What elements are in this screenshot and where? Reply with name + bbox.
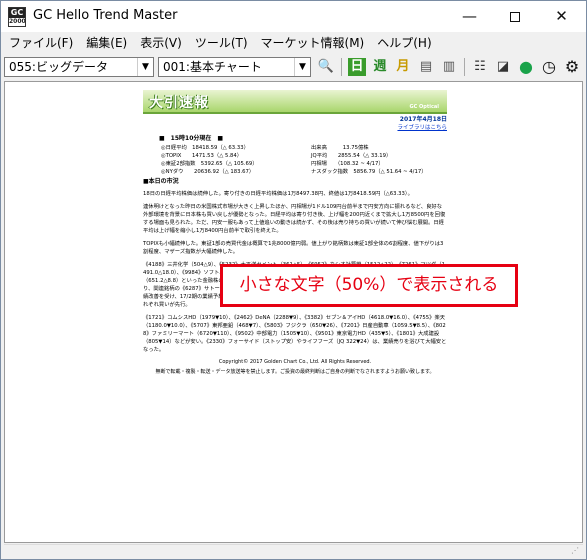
clock-icon[interactable]: ◷ xyxy=(540,58,558,76)
close-icon[interactable]: ✕ xyxy=(539,1,584,31)
grid-icon[interactable]: ☷ xyxy=(471,58,489,76)
quote-volume: 出来高 13.75億株 xyxy=(311,145,369,151)
quote-topix[interactable]: ◎TOPIX 1471.53（△ 5.84） xyxy=(161,152,311,160)
menu-view[interactable]: 表示(V) xyxy=(132,32,187,53)
app-window: GC 2000 GC Hello Trend Master — ✕ ファイル(F… xyxy=(0,0,587,560)
resize-grip-icon[interactable]: ⋰ xyxy=(571,546,581,556)
report-paragraph: 《1721》コムシスHD（1979▼10）、《2462》DeNA（2288▼9）… xyxy=(143,315,447,353)
quote-nasdaq[interactable]: ナスダック指数 5856.79（△ 51.64 ~ 4/17） xyxy=(311,168,427,176)
banner-subtitle: GC Optical xyxy=(409,104,440,110)
quote-row: ◎NYダウ 20636.92（△ 183.67） ナスダック指数 5856.79… xyxy=(161,168,447,176)
report-paragraph: TOPIXも小幅続伸した。東証1部の売買代金は概算で1兆8000億円弱。値上がり… xyxy=(143,241,444,255)
menu-bar: ファイル(F) 編集(E) 表示(V) ツール(T) マーケット情報(M) ヘル… xyxy=(1,32,586,53)
app-icon-year-text: 2000 xyxy=(9,18,26,25)
copyright: Copyright© 2017 Golden Chart Co., Ltd. A… xyxy=(218,359,372,365)
chart-type-select-value: 001:基本チャート xyxy=(163,60,262,74)
toolbar-separator xyxy=(464,58,465,76)
annotation-callout: 小さな文字（50%）で表示される xyxy=(220,264,518,307)
gear-icon[interactable]: ⚙ xyxy=(563,58,581,76)
weekly-chart-icon[interactable]: 週 xyxy=(371,58,389,76)
section-heading: ■本日の市況 xyxy=(143,178,179,185)
market-report: 大引速報 GC Optical 2017年4月18日 ライブラリはこちら ■ 1… xyxy=(143,90,447,376)
group-select[interactable]: 055:ビッグデータ ▼ xyxy=(4,57,154,77)
quote-nikkei[interactable]: ◎日経平均 18418.59（△ 63.33） xyxy=(161,144,311,152)
app-icon: GC 2000 xyxy=(8,7,26,27)
quote-row: ◎TOPIX 1471.53（△ 5.84） JQ平均 2855.54（△ 33… xyxy=(161,152,447,160)
daily-chart-icon[interactable]: 日 xyxy=(348,58,366,76)
table-icon[interactable]: ▥ xyxy=(440,58,458,76)
menu-file[interactable]: ファイル(F) xyxy=(1,32,78,53)
title-bar: GC 2000 GC Hello Trend Master — ✕ xyxy=(1,1,586,32)
app-icon-gc-text: GC xyxy=(9,8,25,18)
chart-window-icon[interactable]: ◪ xyxy=(494,58,512,76)
minimize-icon[interactable]: — xyxy=(447,1,492,31)
menu-market-info[interactable]: マーケット情報(M) xyxy=(253,32,370,53)
quote-row: ◎日経平均 18418.59（△ 63.33） 出来高 13.75億株 xyxy=(161,144,447,152)
list-icon[interactable]: ▤ xyxy=(417,58,435,76)
report-view[interactable]: 大引速報 GC Optical 2017年4月18日 ライブラリはこちら ■ 1… xyxy=(4,81,583,543)
quote-row: ◎東証2部指数 5392.65（△ 105.69） 円相場 （108.32 ~ … xyxy=(161,160,447,168)
library-link[interactable]: ライブラリはこちら xyxy=(143,124,447,132)
chart-type-select[interactable]: 001:基本チャート ▼ xyxy=(158,57,311,77)
maximize-icon[interactable] xyxy=(492,1,537,31)
window-title: GC Hello Trend Master xyxy=(33,8,178,23)
banner-title: 大引速報 xyxy=(149,95,209,111)
globe-icon[interactable]: ● xyxy=(517,58,535,76)
menu-edit[interactable]: 編集(E) xyxy=(78,32,132,53)
menu-tools[interactable]: ツール(T) xyxy=(187,32,253,53)
status-bar: ⋰ xyxy=(4,544,583,558)
toolbar-separator xyxy=(341,58,342,76)
menu-help[interactable]: ヘルプ(H) xyxy=(369,32,436,53)
time-line: ■ 15時10分現在 ■ xyxy=(159,135,224,142)
toolbar: 055:ビッグデータ ▼ 001:基本チャート ▼ 🔍 日 週 月 ▤ ▥ ☷ … xyxy=(1,55,586,79)
report-paragraph: 18日の日経平均株価は続伸した。寄り付きの日経平均株価は1万8497.38円、終… xyxy=(143,191,413,197)
quote-yen[interactable]: 円相場 （108.32 ~ 4/17） xyxy=(311,160,384,168)
group-select-value: 055:ビッグデータ xyxy=(9,60,108,74)
search-icon[interactable]: 🔍 xyxy=(317,58,335,76)
quote-nydow[interactable]: ◎NYダウ 20636.92（△ 183.67） xyxy=(161,168,311,176)
disclaimer: 無断で転載・複製・転送・データ放送等を禁止します。ご投資の最終判断はご自身の判断… xyxy=(155,369,435,375)
report-paragraph: 連休明けとなった昨日の米国株式市場が大きく上昇したほか、円相場が1ドル109円台… xyxy=(143,204,446,234)
report-date: 2017年4月18日 xyxy=(399,116,447,123)
chevron-down-icon[interactable]: ▼ xyxy=(137,58,153,76)
monthly-chart-icon[interactable]: 月 xyxy=(394,58,412,76)
report-banner: 大引速報 GC Optical xyxy=(143,90,447,114)
quote-tse2[interactable]: ◎東証2部指数 5392.65（△ 105.69） xyxy=(161,160,311,168)
quote-jq[interactable]: JQ平均 2855.54（△ 33.19） xyxy=(311,152,391,160)
chevron-down-icon[interactable]: ▼ xyxy=(294,58,310,76)
